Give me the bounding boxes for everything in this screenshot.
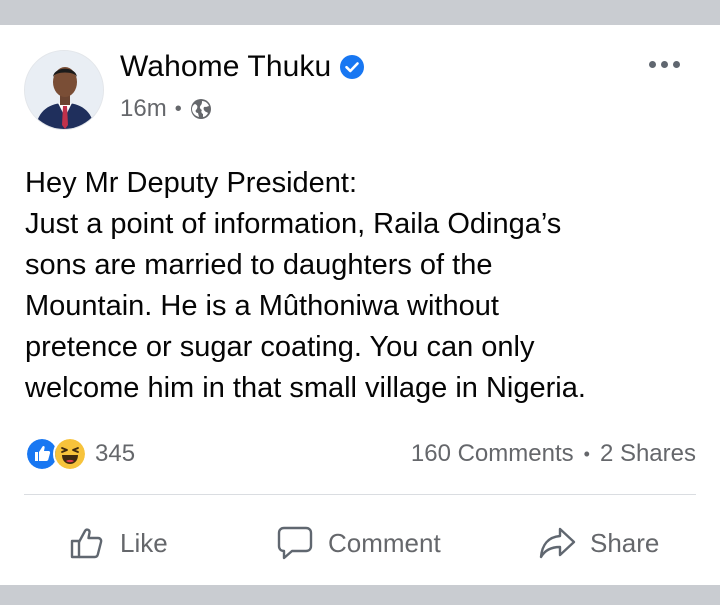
counts-separator: • bbox=[583, 443, 590, 464]
post-text-line: pretence or sugar coating. You can only bbox=[25, 331, 535, 363]
share-button[interactable]: Share bbox=[538, 520, 659, 566]
engagement-counts: 160 Comments • 2 Shares bbox=[411, 437, 696, 471]
like-button[interactable]: Like bbox=[68, 520, 168, 566]
share-label: Share bbox=[590, 527, 660, 558]
more-options-icon-dot bbox=[661, 61, 668, 68]
divider bbox=[24, 494, 696, 495]
like-icon bbox=[70, 528, 103, 559]
meta-separator: • bbox=[174, 97, 182, 120]
post-text-line: Mountain. He is a Mûthoniwa without bbox=[25, 290, 499, 322]
like-label: Like bbox=[120, 527, 168, 558]
more-options-icon-dot bbox=[673, 61, 680, 68]
comment-button[interactable]: Comment bbox=[276, 520, 441, 566]
shares-count-link[interactable]: 2 Shares bbox=[600, 440, 696, 468]
author-row: Wahome Thuku bbox=[120, 50, 365, 84]
globe-icon[interactable] bbox=[190, 98, 212, 120]
post-text: Hey Mr Deputy President: Just a point of… bbox=[25, 163, 705, 409]
profile-photo bbox=[25, 51, 103, 129]
post-text-line: welcome him in that small village in Nig… bbox=[25, 372, 586, 404]
haha-reaction-icon bbox=[53, 437, 87, 471]
comment-icon bbox=[277, 526, 313, 560]
post-text-line: Just a point of information, Raila Oding… bbox=[25, 208, 562, 240]
post-text-line: Hey Mr Deputy President: bbox=[25, 167, 358, 199]
verified-badge-icon bbox=[340, 55, 365, 79]
post-card: Wahome Thuku 16m • Hey Mr Deputy Preside… bbox=[0, 25, 720, 585]
author-name[interactable]: Wahome Thuku bbox=[120, 50, 331, 84]
comment-label: Comment bbox=[328, 527, 441, 558]
reactions-summary[interactable]: 345 bbox=[25, 437, 135, 471]
timestamp[interactable]: 16m bbox=[120, 95, 167, 123]
more-options-button[interactable] bbox=[645, 57, 684, 72]
post-text-line: sons are married to daughters of the bbox=[25, 249, 493, 281]
comments-count-link[interactable]: 160 Comments bbox=[411, 440, 574, 468]
post-meta: 16m • bbox=[120, 95, 212, 123]
share-icon bbox=[539, 527, 576, 559]
avatar[interactable] bbox=[24, 50, 104, 130]
reaction-count: 345 bbox=[95, 440, 136, 467]
action-bar: Like Comment Share bbox=[0, 520, 720, 566]
more-options-icon-dot bbox=[649, 61, 656, 68]
